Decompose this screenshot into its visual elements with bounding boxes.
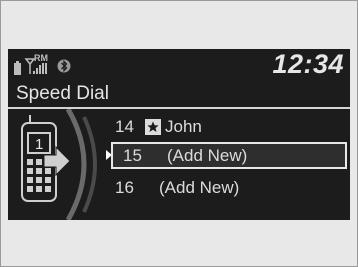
speed-dial-list-area: 1 14 John 15 (Add New) 16 (Add New) xyxy=(8,109,350,220)
list-item-number: 15 xyxy=(123,145,142,165)
list-item[interactable]: 14 John xyxy=(111,113,347,140)
status-icons: RM xyxy=(14,53,71,75)
list-item-name: John xyxy=(165,116,202,136)
clock: 12:34 xyxy=(272,49,344,79)
navigation-screen: RM 12:34 Speed Dial 1 14 John 15 (Add Ne… xyxy=(8,49,350,220)
list-item[interactable]: 16 (Add New) xyxy=(111,174,347,201)
list-item-number: 14 xyxy=(115,116,134,136)
battery-icon xyxy=(14,61,21,75)
star-icon xyxy=(145,118,161,135)
list-item-name: (Add New) xyxy=(167,145,248,165)
status-bar: RM 12:34 xyxy=(8,49,350,83)
list-item-selected[interactable]: 15 (Add New) xyxy=(111,142,347,169)
speed-dial-number: 1 xyxy=(35,136,43,153)
list-item-name: (Add New) xyxy=(159,177,240,197)
speed-dial-illustration: 1 xyxy=(21,109,97,220)
signal-icon: RM xyxy=(24,53,48,74)
screen-title: Speed Dial xyxy=(16,83,109,104)
list-item-number: 16 xyxy=(115,177,134,197)
bluetooth-icon xyxy=(57,59,71,73)
signal-label: RM xyxy=(34,53,48,63)
